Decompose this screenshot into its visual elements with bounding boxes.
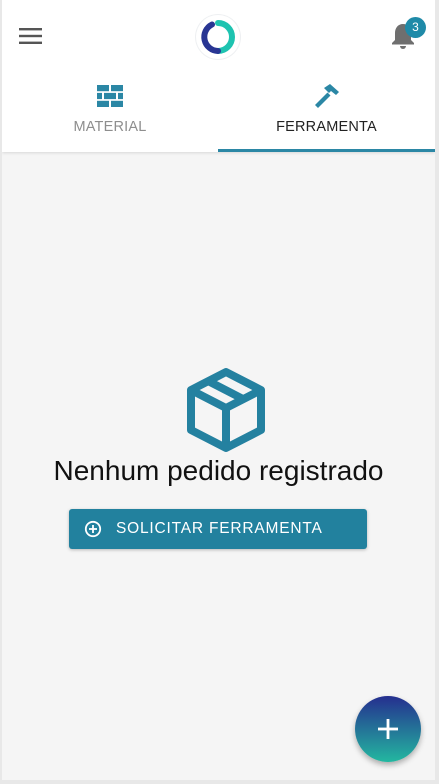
request-tool-button-label: SOLICITAR FERRAMENTA <box>116 520 323 537</box>
empty-state-message: Nenhum pedido registrado <box>53 455 384 486</box>
plus-circle-icon <box>84 520 102 538</box>
menu-button[interactable] <box>16 21 46 51</box>
hammer-icon <box>313 82 341 110</box>
package-box-icon <box>187 368 265 452</box>
app-screen: 3 MATERIAL FERRAMENTA Nenhum pedido regi… <box>2 0 435 780</box>
tab-ferramenta-label: FERRAMENTA <box>276 119 377 135</box>
notifications-button[interactable]: 3 <box>388 17 426 52</box>
tab-ferramenta[interactable]: FERRAMENTA <box>218 72 435 152</box>
plus-icon <box>378 719 398 739</box>
brick-wall-icon <box>96 82 124 110</box>
logo-mark-icon <box>201 20 235 54</box>
notification-badge: 3 <box>405 17 426 38</box>
app-header: 3 MATERIAL FERRAMENTA <box>2 0 435 152</box>
tab-bar: MATERIAL FERRAMENTA <box>2 72 435 152</box>
hamburger-menu-icon <box>19 28 42 44</box>
active-tab-indicator <box>218 149 435 152</box>
tab-material[interactable]: MATERIAL <box>2 72 218 152</box>
add-fab-button[interactable] <box>355 696 421 762</box>
app-logo <box>196 15 240 59</box>
tab-material-label: MATERIAL <box>73 119 147 135</box>
request-tool-button[interactable]: SOLICITAR FERRAMENTA <box>69 509 367 549</box>
